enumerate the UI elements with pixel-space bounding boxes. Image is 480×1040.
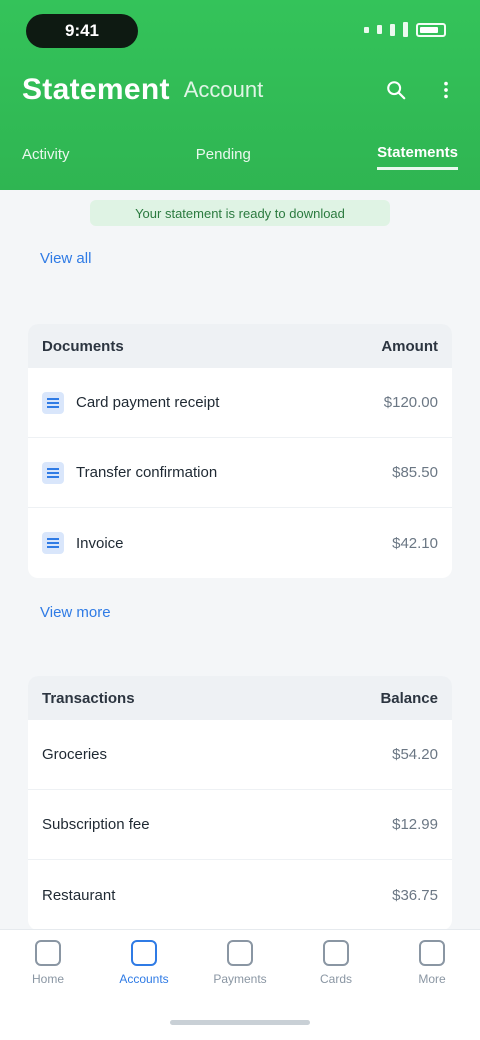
documents-head-right: Amount [381,337,438,355]
document-name: Card payment receipt [76,394,220,411]
view-more-link[interactable]: View more [40,604,111,621]
tab-payments[interactable]: Payments [200,940,280,1040]
transaction-name: Groceries [42,746,108,763]
tab-statements[interactable]: Statements [377,138,458,170]
document-amount: $85.50 [392,464,438,481]
transactions-head-left: Transactions [42,689,135,707]
transaction-row[interactable]: Restaurant $36.75 [28,860,452,930]
transaction-row[interactable]: Groceries $54.20 [28,720,452,790]
home-indicator[interactable] [170,1020,310,1025]
tab-pending[interactable]: Pending [196,140,251,169]
transaction-row[interactable]: Subscription fee $12.99 [28,790,452,860]
document-row[interactable]: Transfer confirmation $85.50 [28,438,452,508]
transaction-amount: $54.20 [392,746,438,763]
tab-label: Payments [213,972,267,986]
home-icon [35,940,61,966]
transaction-amount: $36.75 [392,886,438,904]
transactions-head-right: Balance [380,689,438,707]
document-amount: $120.00 [383,394,438,411]
document-amount: $42.10 [392,534,438,552]
transactions-card: Transactions Balance Groceries $54.20 Su… [28,676,452,930]
view-all-link[interactable]: View all [40,250,91,267]
tab-more[interactable]: More [392,940,472,1040]
tab-label: Cards [319,972,352,986]
tab-home[interactable]: Home [8,940,88,1040]
documents-head-left: Documents [42,337,124,355]
card-icon [323,940,349,966]
document-row[interactable]: Invoice $42.10 [28,508,452,578]
more-icon[interactable] [434,78,458,102]
header-actions [384,78,458,102]
signal-icon [364,26,369,33]
transaction-name: Restaurant [42,886,116,904]
signal-icon [403,22,408,37]
document-name: Invoice [76,534,124,552]
battery-icon [416,22,446,37]
status-bar: 9:41 [0,0,480,64]
search-icon[interactable] [384,78,408,102]
title-row: Statement Account [22,68,458,112]
document-icon [42,532,64,554]
status-time: 9:41 [26,14,138,48]
tab-label: More [418,972,446,986]
signal-icon [377,25,382,34]
tab-accounts[interactable]: Accounts [104,940,184,1040]
app-header: 9:41 Statement Account Activity Pending … [0,0,480,190]
documents-card: Documents Amount Card payment receipt $1… [28,324,452,578]
transactions-header: Transactions Balance [28,676,452,720]
tab-label: Accounts [119,972,169,986]
page-subtitle: Account [183,77,264,102]
document-icon [42,391,64,414]
tab-label: Home [31,972,64,986]
status-icons [364,22,446,37]
transaction-amount: $12.99 [392,816,438,833]
document-name: Transfer confirmation [76,464,218,481]
menu-icon [419,940,445,966]
documents-header: Documents Amount [28,324,452,368]
tab-activity[interactable]: Activity [22,140,70,169]
document-icon [131,940,157,966]
wallet-icon [227,940,253,966]
header-tabs: Activity Pending Statements [22,134,458,174]
tab-cards[interactable]: Cards [296,940,376,1040]
signal-icon [390,23,395,36]
transaction-name: Subscription fee [42,816,150,833]
document-row[interactable]: Card payment receipt $120.00 [28,368,452,438]
document-icon [42,461,64,484]
notice-banner[interactable]: Your statement is ready to download [90,200,390,226]
page-title: Statement [22,73,170,106]
